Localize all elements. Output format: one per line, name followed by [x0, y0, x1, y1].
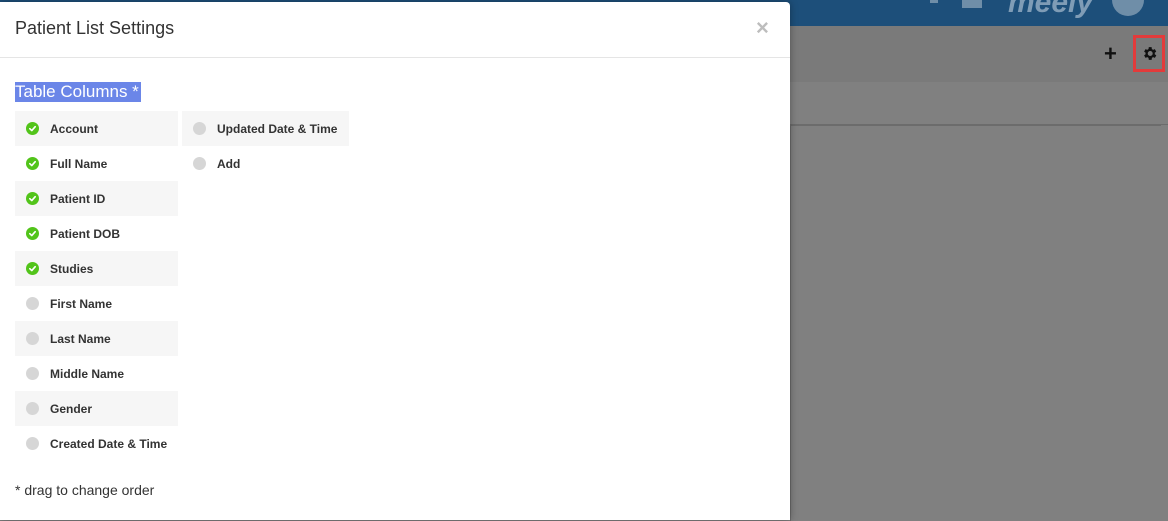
header-button[interactable] — [962, 0, 982, 8]
gear-icon — [1143, 47, 1156, 60]
column-option-label: Patient ID — [50, 191, 106, 206]
column-option[interactable]: Patient DOB — [15, 216, 178, 251]
column-option[interactable]: Patient ID — [15, 181, 178, 216]
column-option-label: Last Name — [50, 331, 111, 346]
columns-list-left: Account Full Name Patient ID Patient DOB Stu… — [15, 111, 178, 461]
unchecked-circle-icon[interactable] — [26, 297, 39, 310]
checkmark-icon[interactable] — [26, 157, 39, 170]
column-option[interactable]: Middle Name — [15, 356, 178, 391]
column-option[interactable]: Gender — [15, 391, 178, 426]
column-option[interactable]: Add — [182, 146, 349, 181]
column-option-label: Created Date & Time — [50, 436, 168, 451]
column-option-label: Account — [50, 121, 98, 136]
column-option-label: Full Name — [50, 156, 108, 171]
column-option-label: Middle Name — [50, 366, 125, 381]
checkmark-icon[interactable] — [26, 227, 39, 240]
column-option-label: Gender — [50, 401, 93, 416]
app-content — [790, 125, 1161, 521]
drag-hint: * drag to change order — [15, 482, 155, 498]
column-option[interactable]: Full Name — [15, 146, 178, 181]
column-option[interactable]: Studies — [15, 251, 178, 286]
unchecked-circle-icon[interactable] — [193, 122, 206, 135]
unchecked-circle-icon[interactable] — [26, 437, 39, 450]
patient-list-settings-modal: Patient List Settings × Table Columns * … — [0, 2, 790, 520]
column-option[interactable]: Account — [15, 111, 178, 146]
avatar[interactable] — [1112, 0, 1144, 16]
close-button[interactable]: × — [756, 17, 769, 39]
column-option-label: Patient DOB — [50, 226, 121, 241]
column-option-label: First Name — [50, 296, 113, 311]
column-option-label: Add — [217, 156, 241, 171]
unchecked-circle-icon[interactable] — [26, 367, 39, 380]
column-option[interactable]: Updated Date & Time — [182, 111, 349, 146]
column-option[interactable]: Created Date & Time — [15, 426, 178, 461]
unchecked-circle-icon[interactable] — [26, 332, 39, 345]
checkmark-icon[interactable] — [26, 192, 39, 205]
unchecked-circle-icon[interactable] — [193, 157, 206, 170]
app-logo: meely — [1008, 0, 1094, 19]
column-option-label: Studies — [50, 261, 94, 276]
column-option[interactable]: First Name — [15, 286, 178, 321]
column-option-label: Updated Date & Time — [217, 121, 338, 136]
plus-icon[interactable]: + — [1104, 43, 1117, 65]
columns-list-right: Updated Date & Time Add — [182, 111, 349, 181]
checkmark-icon[interactable] — [26, 262, 39, 275]
unchecked-circle-icon[interactable] — [26, 402, 39, 415]
checkmark-icon[interactable] — [26, 122, 39, 135]
modal-title: Patient List Settings — [15, 18, 175, 38]
settings-button[interactable] — [1133, 35, 1165, 72]
column-option[interactable]: Last Name — [15, 321, 178, 356]
header-control[interactable] — [930, 0, 938, 3]
modal-header: Patient List Settings × — [0, 2, 790, 58]
section-title: Table Columns * — [15, 82, 141, 102]
